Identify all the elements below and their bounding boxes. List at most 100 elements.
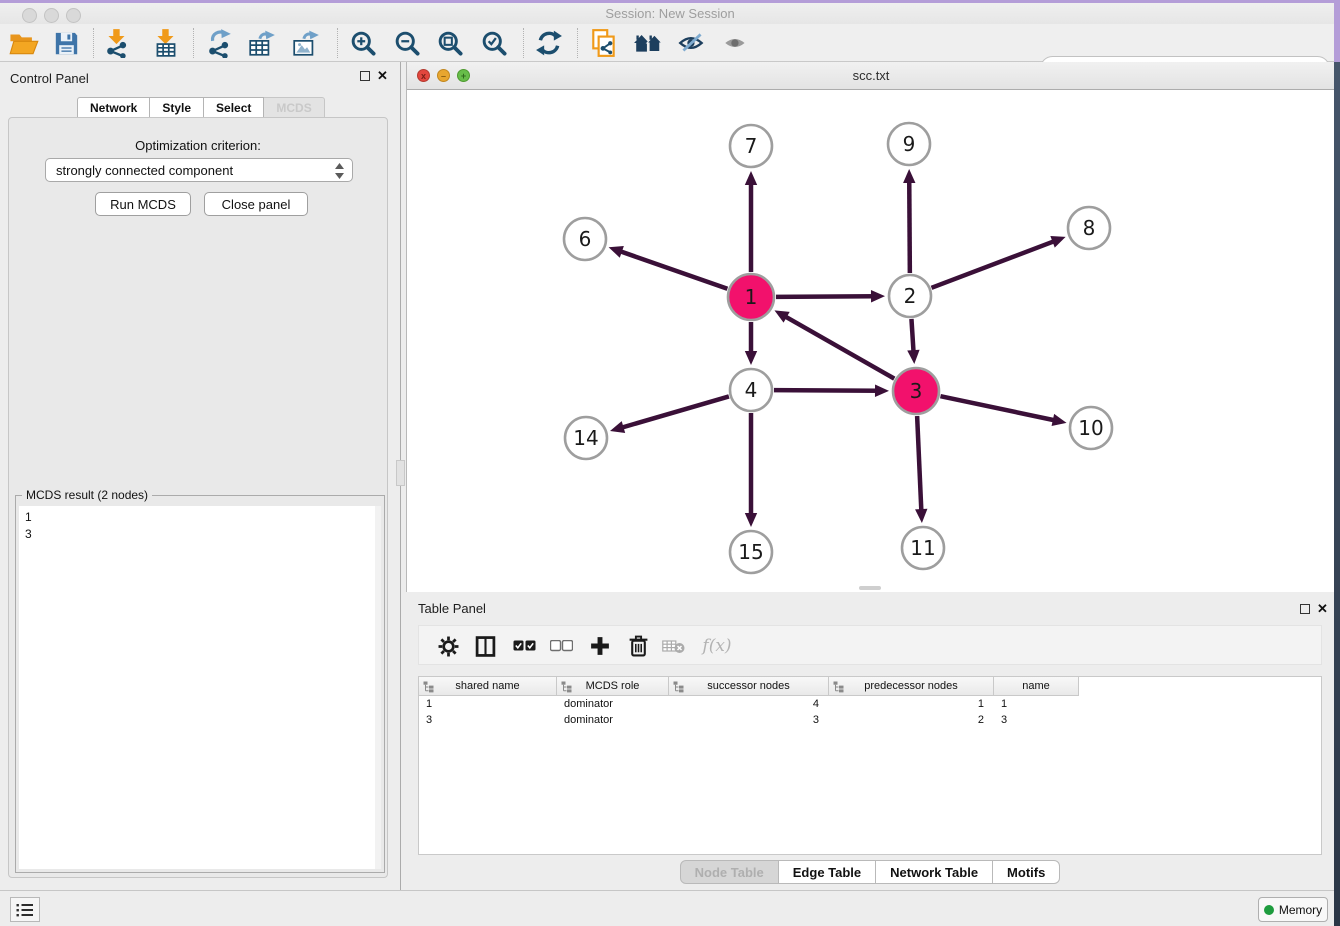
column-header-MCDS-role[interactable]: MCDS role [557, 677, 669, 696]
table-header-row: shared name MCDS role successor nodes prede… [419, 677, 1079, 696]
table-cell[interactable]: 2 [829, 712, 994, 728]
graph-edge-4-3[interactable] [774, 390, 879, 391]
run-mcds-button[interactable]: Run MCDS [95, 192, 191, 216]
graph-node-label: 4 [745, 378, 758, 402]
column-header-shared-name[interactable]: shared name [419, 677, 557, 696]
table-cell[interactable]: dominator [557, 712, 669, 728]
hide-selected-button[interactable] [674, 26, 710, 60]
graph-edge-3-1[interactable] [783, 315, 894, 378]
table-cell[interactable]: 4 [669, 696, 829, 712]
table-cell[interactable]: 3 [994, 712, 1079, 728]
tab-edge-table[interactable]: Edge Table [779, 860, 876, 884]
network-canvas[interactable]: 1234678910111415 [407, 90, 1335, 592]
column-header-predecessor-nodes[interactable]: predecessor nodes [829, 677, 994, 696]
mcds-result-title: MCDS result (2 nodes) [22, 488, 152, 502]
unselect-all-button[interactable] [544, 629, 578, 663]
float-panel-icon[interactable] [360, 71, 370, 81]
tab-node-table[interactable]: Node Table [680, 860, 779, 884]
export-table-button[interactable] [244, 26, 280, 60]
table-row[interactable]: 3dominator323 [419, 712, 1321, 728]
tab-network-table[interactable]: Network Table [876, 860, 993, 884]
table-close-icon[interactable]: ✕ [1317, 601, 1328, 617]
import-table-button[interactable] [148, 26, 184, 60]
eye-icon [721, 30, 751, 56]
control-panel-tabs: NetworkStyleSelectMCDS [77, 97, 325, 118]
vertical-splitter[interactable] [395, 62, 406, 890]
table-cell[interactable]: 1 [829, 696, 994, 712]
graph-edge-1-2[interactable] [776, 296, 875, 297]
zoom-selected-button[interactable] [476, 26, 512, 60]
settings-gear-button[interactable] [431, 629, 465, 663]
delete-table-button[interactable] [657, 629, 691, 663]
optimization-dropdown[interactable]: strongly connected component [45, 158, 353, 182]
table-cell[interactable]: 3 [419, 712, 557, 728]
home-button[interactable] [630, 26, 666, 60]
table-tabs: Node TableEdge TableNetwork TableMotifs [406, 860, 1334, 884]
import-network-button[interactable] [99, 26, 135, 60]
export-network-button[interactable] [201, 26, 237, 60]
graph-edge-2-9[interactable] [909, 179, 910, 273]
memory-button[interactable]: Memory [1258, 897, 1328, 922]
refresh-button[interactable] [531, 26, 567, 60]
zoom-out-button[interactable] [389, 26, 425, 60]
graph-node-label: 2 [904, 284, 917, 308]
save-session-button[interactable] [48, 26, 84, 60]
column-header-label: successor nodes [707, 680, 790, 692]
table-cell[interactable]: 3 [669, 712, 829, 728]
task-history-button[interactable] [10, 897, 40, 922]
open-file-button[interactable] [6, 26, 42, 60]
network-resize-grip[interactable] [859, 586, 881, 590]
graph-edge-3-10[interactable] [940, 396, 1056, 421]
export-image-button[interactable] [288, 26, 324, 60]
graph-arrowhead [915, 509, 927, 523]
graph-node-label: 9 [903, 132, 916, 156]
column-header-successor-nodes[interactable]: successor nodes [669, 677, 829, 696]
mcds-result-textarea[interactable]: 13 [19, 506, 375, 869]
tab-select[interactable]: Select [204, 97, 264, 118]
table-row[interactable]: 1dominator411 [419, 696, 1321, 712]
table-cell[interactable]: 1 [419, 696, 557, 712]
tab-style[interactable]: Style [150, 97, 204, 118]
column-header-label: MCDS role [586, 680, 640, 692]
mcds-result-group: MCDS result (2 nodes) 13 [15, 495, 385, 873]
column-header-label: shared name [455, 680, 519, 692]
table-cell[interactable]: dominator [557, 696, 669, 712]
graph-arrowhead [610, 421, 625, 433]
splitter-grip[interactable] [396, 460, 405, 486]
zoom-fit-icon [437, 30, 464, 57]
insert-column-button[interactable] [468, 629, 502, 663]
graph-arrowhead [745, 513, 757, 527]
add-row-button[interactable] [583, 629, 617, 663]
mcds-result-line: 1 [25, 509, 375, 526]
graph-edge-2-3[interactable] [911, 319, 913, 354]
column-header-name[interactable]: name [994, 677, 1079, 696]
show-all-button[interactable] [718, 26, 754, 60]
delete-row-button[interactable] [621, 629, 655, 663]
graph-edge-3-11[interactable] [917, 416, 921, 513]
zoom-fit-button[interactable] [432, 26, 468, 60]
graph-node-label: 6 [579, 227, 592, 251]
zoom-in-button[interactable] [345, 26, 381, 60]
table-float-icon[interactable] [1300, 604, 1310, 614]
clone-network-button[interactable] [586, 26, 622, 60]
select-all-button[interactable] [507, 629, 541, 663]
mcds-panel-body: Optimization criterion: strongly connect… [8, 117, 388, 878]
network-file-title: scc.txt [407, 68, 1335, 83]
graph-edge-2-8[interactable] [932, 240, 1057, 287]
table-panel: Table Panel ✕ [406, 595, 1334, 890]
tab-network[interactable]: Network [77, 97, 150, 118]
graph-edge-1-6[interactable] [618, 251, 727, 289]
list-icon [16, 903, 34, 917]
graph-arrowhead [903, 169, 915, 183]
graph-arrowhead [907, 350, 919, 364]
table-cell[interactable]: 1 [994, 696, 1079, 712]
tab-motifs[interactable]: Motifs [993, 860, 1060, 884]
result-scrollbar[interactable] [375, 506, 381, 869]
close-panel-icon[interactable]: ✕ [377, 68, 388, 84]
graph-node-label: 14 [573, 426, 598, 450]
tab-mcds[interactable]: MCDS [264, 97, 324, 118]
close-panel-button[interactable]: Close panel [204, 192, 308, 216]
optimization-dropdown-value: strongly connected component [56, 163, 233, 178]
graph-edge-4-14[interactable] [620, 396, 729, 428]
function-builder-button[interactable]: f(x) [695, 629, 739, 663]
